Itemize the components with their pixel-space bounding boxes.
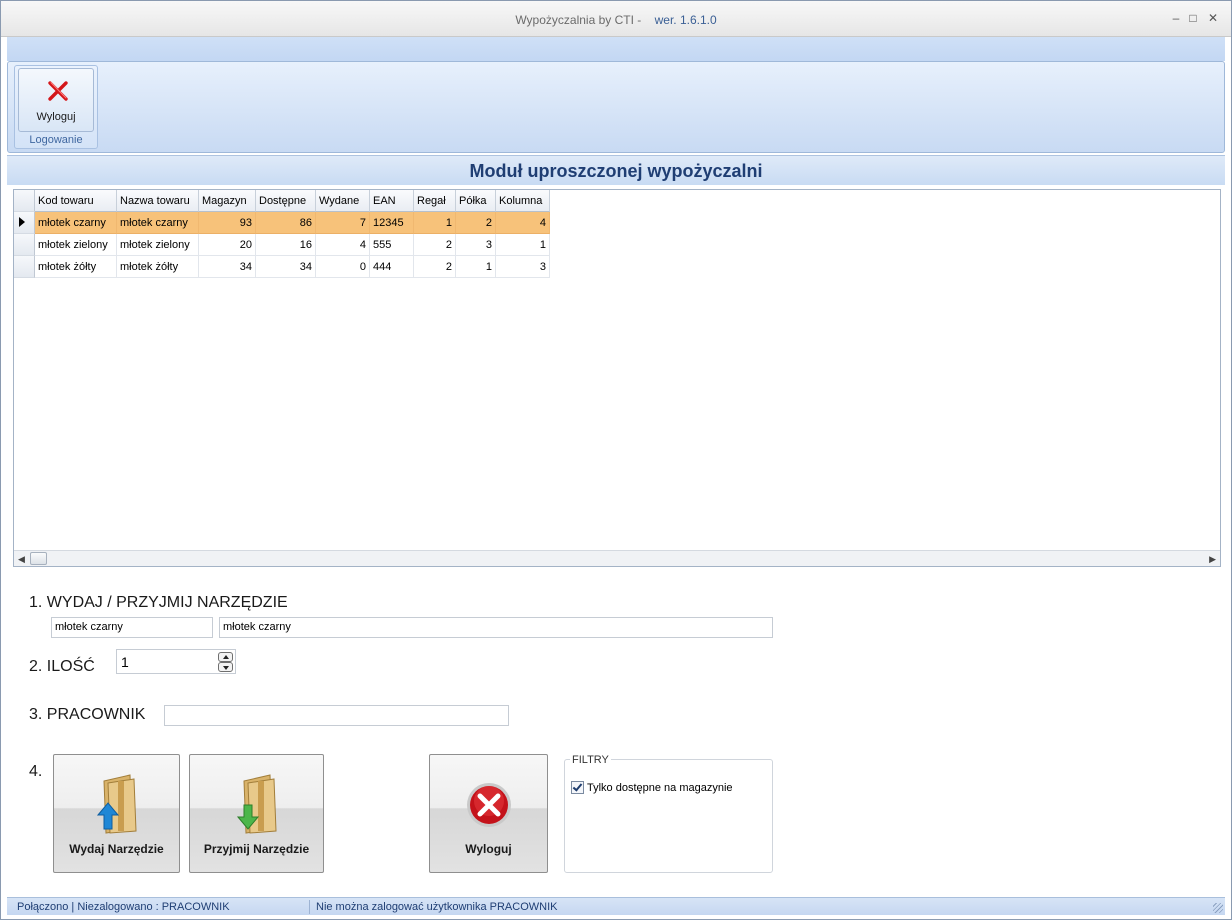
step2-label: 2. ILOŚĆ bbox=[29, 658, 95, 675]
cell-dostepne[interactable]: 86 bbox=[256, 212, 316, 234]
cell-ean[interactable]: 12345 bbox=[370, 212, 414, 234]
grid-corner bbox=[14, 190, 35, 212]
step1-label: 1. WYDAJ / PRZYJMIJ NARZĘDZIE bbox=[29, 594, 288, 611]
item-name-input[interactable]: młotek czarny bbox=[219, 617, 773, 638]
ribbon: Wyloguj Logowanie bbox=[7, 61, 1225, 153]
close-icon[interactable]: ✕ bbox=[1206, 11, 1220, 25]
col-kod-towaru[interactable]: Kod towaru bbox=[35, 190, 117, 212]
ribbon-group-login: Wyloguj Logowanie bbox=[14, 65, 98, 149]
col-regal[interactable]: Regał bbox=[414, 190, 456, 212]
row-header[interactable] bbox=[14, 234, 35, 256]
minimize-icon[interactable]: – bbox=[1169, 11, 1183, 25]
col-dostepne[interactable]: Dostępne bbox=[256, 190, 316, 212]
col-ean[interactable]: EAN bbox=[370, 190, 414, 212]
col-wydane[interactable]: Wydane bbox=[316, 190, 370, 212]
col-nazwa-towaru[interactable]: Nazwa towaru bbox=[117, 190, 199, 212]
step3-label: 3. PRACOWNIK bbox=[29, 706, 146, 723]
cell-nazwa[interactable]: młotek czarny bbox=[117, 212, 199, 234]
cell-dostepne[interactable]: 34 bbox=[256, 256, 316, 278]
folder-blue-arrow-icon bbox=[96, 774, 137, 834]
scroll-left-icon[interactable]: ◀ bbox=[18, 554, 25, 565]
scroll-thumb[interactable] bbox=[30, 552, 47, 565]
only-available-label[interactable]: Tylko dostępne na magazynie bbox=[587, 782, 733, 794]
cell-nazwa[interactable]: młotek żółty bbox=[117, 256, 199, 278]
row-header[interactable] bbox=[14, 256, 35, 278]
status-bar: Połączono | Niezalogowano : PRACOWNIK Ni… bbox=[7, 897, 1225, 915]
items-grid[interactable]: Kod towaru Nazwa towaru Magazyn Dostępne… bbox=[13, 189, 1221, 567]
cell-magazyn[interactable]: 34 bbox=[199, 256, 256, 278]
red-x-icon bbox=[48, 81, 68, 101]
maximize-icon[interactable]: □ bbox=[1186, 11, 1200, 25]
ribbon-group-label: Logowanie bbox=[29, 134, 83, 146]
cell-wydane[interactable]: 0 bbox=[316, 256, 370, 278]
cell-polka[interactable]: 2 bbox=[456, 212, 496, 234]
col-polka[interactable]: Półka bbox=[456, 190, 496, 212]
cell-wydane[interactable]: 4 bbox=[316, 234, 370, 256]
window-title-text: Wypożyczalnia by CTI - bbox=[515, 13, 642, 27]
ribbon-tab-strip bbox=[7, 37, 1225, 61]
step4-label: 4. bbox=[29, 763, 43, 780]
receive-tool-label: Przyjmij Narzędzie bbox=[203, 842, 310, 856]
logout-label: Wyloguj bbox=[465, 842, 512, 856]
cell-magazyn[interactable]: 20 bbox=[199, 234, 256, 256]
cell-dostepne[interactable]: 16 bbox=[256, 234, 316, 256]
employee-input[interactable] bbox=[164, 705, 509, 726]
cell-kod[interactable]: młotek zielony bbox=[35, 234, 117, 256]
issue-tool-label: Wydaj Narzędzie bbox=[69, 842, 164, 856]
quantity-stepper[interactable]: 1 bbox=[116, 649, 236, 674]
resize-grip-icon[interactable] bbox=[1213, 903, 1223, 913]
item-code-input[interactable]: młotek czarny bbox=[51, 617, 213, 638]
issue-tool-button[interactable]: Wydaj Narzędzie bbox=[53, 754, 180, 873]
cell-kolumna[interactable]: 1 bbox=[496, 234, 550, 256]
row-header[interactable] bbox=[14, 212, 35, 234]
module-title: Moduł uproszczonej wypożyczalni bbox=[469, 161, 763, 181]
filters-legend: FILTRY bbox=[570, 754, 611, 766]
quantity-value[interactable]: 1 bbox=[121, 654, 129, 670]
spin-up-icon[interactable] bbox=[218, 652, 233, 662]
cell-regal[interactable]: 2 bbox=[414, 256, 456, 278]
receive-tool-button[interactable]: Przyjmij Narzędzie bbox=[189, 754, 324, 873]
ribbon-logout-label: Wyloguj bbox=[36, 111, 76, 123]
scroll-right-icon[interactable]: ▶ bbox=[1209, 554, 1216, 565]
red-circle-x-icon bbox=[467, 783, 511, 827]
cell-kod[interactable]: młotek czarny bbox=[35, 212, 117, 234]
cell-magazyn[interactable]: 93 bbox=[199, 212, 256, 234]
cell-polka[interactable]: 1 bbox=[456, 256, 496, 278]
cell-regal[interactable]: 2 bbox=[414, 234, 456, 256]
ribbon-logout-button[interactable]: Wyloguj bbox=[18, 68, 94, 132]
status-message: Nie można zalogować użytkownika PRACOWNI… bbox=[316, 901, 558, 913]
cell-nazwa[interactable]: młotek zielony bbox=[117, 234, 199, 256]
cell-kolumna[interactable]: 4 bbox=[496, 212, 550, 234]
cell-kod[interactable]: młotek żółty bbox=[35, 256, 117, 278]
title-bar: Wypożyczalnia by CTI - wer. 1.6.1.0 – □ … bbox=[1, 1, 1231, 37]
module-header: Moduł uproszczonej wypożyczalni bbox=[7, 155, 1225, 185]
status-connection: Połączono | Niezalogowano : PRACOWNIK bbox=[17, 901, 230, 913]
filters-group: FILTRY Tylko dostępne na magazynie bbox=[564, 754, 773, 873]
col-magazyn[interactable]: Magazyn bbox=[199, 190, 256, 212]
cell-kolumna[interactable]: 3 bbox=[496, 256, 550, 278]
cell-ean[interactable]: 444 bbox=[370, 256, 414, 278]
folder-green-arrow-icon bbox=[236, 774, 277, 834]
spin-down-icon[interactable] bbox=[218, 662, 233, 672]
col-kolumna[interactable]: Kolumna bbox=[496, 190, 550, 212]
checkmark-icon bbox=[572, 781, 583, 792]
cell-wydane[interactable]: 7 bbox=[316, 212, 370, 234]
version-label: wer. 1.6.1.0 bbox=[654, 13, 717, 27]
logout-button[interactable]: Wyloguj bbox=[429, 754, 548, 873]
cell-regal[interactable]: 1 bbox=[414, 212, 456, 234]
app-window: Wypożyczalnia by CTI - wer. 1.6.1.0 – □ … bbox=[0, 0, 1232, 920]
cell-ean[interactable]: 555 bbox=[370, 234, 414, 256]
window-title: Wypożyczalnia by CTI - wer. 1.6.1.0 bbox=[1, 13, 1231, 27]
only-available-checkbox[interactable] bbox=[571, 781, 584, 794]
status-separator bbox=[309, 900, 310, 914]
cell-polka[interactable]: 3 bbox=[456, 234, 496, 256]
horizontal-scrollbar[interactable]: ◀ ▶ bbox=[14, 550, 1220, 566]
current-row-arrow-icon bbox=[19, 217, 25, 227]
